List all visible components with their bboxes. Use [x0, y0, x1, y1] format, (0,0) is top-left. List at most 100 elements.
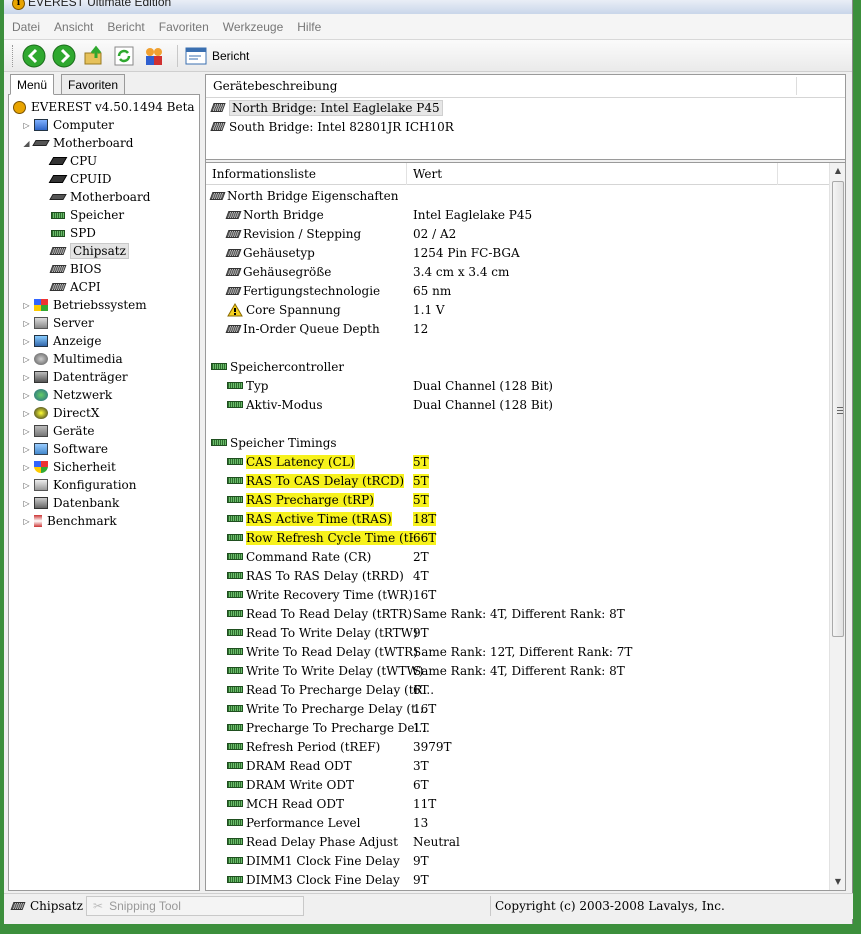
- device-item-north-bridge[interactable]: North Bridge: Intel Eaglelake P45: [206, 98, 845, 117]
- table-row[interactable]: Gehäusetyp 1254 Pin FC-BGA: [206, 243, 827, 262]
- refresh-button[interactable]: [111, 43, 137, 69]
- device-item-south-bridge[interactable]: South Bridge: Intel 82801JR ICH10R: [206, 117, 845, 136]
- tree-item[interactable]: SPD: [51, 224, 96, 242]
- table-row[interactable]: Fertigungstechnologie 65 nm: [206, 281, 827, 300]
- back-button[interactable]: [21, 43, 47, 69]
- table-row[interactable]: CAS Latency (CL) 5T: [206, 452, 827, 471]
- table-row[interactable]: In-Order Queue Depth 12: [206, 319, 827, 338]
- table-row[interactable]: DIMM1 Clock Fine Delay 9T: [206, 851, 827, 870]
- expander-icon[interactable]: ▷: [22, 121, 31, 130]
- menu-datei[interactable]: Datei: [12, 20, 40, 34]
- expander-icon[interactable]: ▷: [22, 481, 31, 490]
- expander-icon[interactable]: ▷: [22, 355, 31, 364]
- tree-item[interactable]: ▷ Benchmark: [22, 512, 116, 530]
- expander-icon[interactable]: ▷: [22, 301, 31, 310]
- menu-hilfe[interactable]: Hilfe: [297, 20, 321, 34]
- tree-item[interactable]: ▷ Konfiguration: [22, 476, 136, 494]
- table-row[interactable]: Core Spannung 1.1 V: [206, 300, 827, 319]
- column-header-value[interactable]: Wert: [407, 163, 778, 185]
- expander-icon[interactable]: ▷: [22, 427, 31, 436]
- tree-item[interactable]: ▷ Sicherheit: [22, 458, 115, 476]
- tree-item[interactable]: ▷ Software: [22, 440, 108, 458]
- tree-item[interactable]: ◢ Motherboard: [22, 134, 133, 152]
- tree-item[interactable]: BIOS: [49, 260, 102, 278]
- table-row[interactable]: DRAM Write ODT 6T: [206, 775, 827, 794]
- tree-item[interactable]: ▷ Computer: [22, 116, 113, 134]
- tree-item[interactable]: ▷ Datenbank: [22, 494, 119, 512]
- table-row[interactable]: Command Rate (CR) 2T: [206, 547, 827, 566]
- table-row[interactable]: Precharge To Precharge Del... 1T: [206, 718, 827, 737]
- table-row[interactable]: Write To Write Delay (tWTW) Same Rank: 4T…: [206, 661, 827, 680]
- toolbar-grip[interactable]: [12, 44, 15, 67]
- forward-button[interactable]: [51, 43, 77, 69]
- expander-icon[interactable]: ▷: [22, 391, 31, 400]
- tab-favorites[interactable]: Favoriten: [61, 74, 126, 95]
- expander-icon[interactable]: ◢: [22, 139, 31, 148]
- table-row[interactable]: RAS To RAS Delay (tRRD) 4T: [206, 566, 827, 585]
- expander-icon[interactable]: ▷: [22, 409, 31, 418]
- scroll-up-icon[interactable]: ▲: [830, 163, 846, 179]
- table-row[interactable]: Read To Read Delay (tRTR) Same Rank: 4T, …: [206, 604, 827, 623]
- tab-menu[interactable]: Menü: [10, 74, 55, 95]
- tree-item[interactable]: ▷ Anzeige: [22, 332, 101, 350]
- navigation-tree[interactable]: EVEREST v4.50.1494 Beta ▷ Computer ◢ Motherb…: [8, 94, 200, 891]
- table-row[interactable]: Read To Write Delay (tRTW) 9T: [206, 623, 827, 642]
- group-row[interactable]: North Bridge Eigenschaften: [206, 186, 827, 205]
- scroll-down-icon[interactable]: ▼: [830, 874, 846, 890]
- table-row[interactable]: Performance Level 13: [206, 813, 827, 832]
- tree-item[interactable]: ▷ Geräte: [22, 422, 94, 440]
- up-button[interactable]: [81, 43, 107, 69]
- table-row[interactable]: Revision / Stepping 02 / A2: [206, 224, 827, 243]
- table-row[interactable]: Row Refresh Cycle Time (tRF... 66T: [206, 528, 827, 547]
- tree-item[interactable]: ▷ Datenträger: [22, 368, 127, 386]
- expander-icon[interactable]: ▷: [22, 373, 31, 382]
- tree-item[interactable]: ▷ Multimedia: [22, 350, 122, 368]
- table-row[interactable]: RAS To CAS Delay (tRCD) 5T: [206, 471, 827, 490]
- scroll-thumb[interactable]: [832, 181, 844, 637]
- expander-icon[interactable]: ▷: [22, 517, 31, 526]
- table-row[interactable]: Write Recovery Time (tWR) 16T: [206, 585, 827, 604]
- menu-favoriten[interactable]: Favoriten: [159, 20, 209, 34]
- tree-item[interactable]: CPU: [48, 152, 97, 170]
- tree-item[interactable]: ▷ Server: [22, 314, 93, 332]
- table-row[interactable]: Write To Precharge Delay (t... 16T: [206, 699, 827, 718]
- menu-werkzeuge[interactable]: Werkzeuge: [223, 20, 283, 34]
- tree-item[interactable]: Chipsatz: [49, 242, 129, 260]
- table-row[interactable]: Refresh Period (tREF) 3979T: [206, 737, 827, 756]
- title-bar[interactable]: i EVEREST Ultimate Edition: [4, 0, 852, 14]
- table-row[interactable]: DIMM3 Clock Fine Delay 9T: [206, 870, 827, 889]
- users-button[interactable]: [141, 43, 167, 69]
- tree-item[interactable]: EVEREST v4.50.1494 Beta: [13, 98, 195, 116]
- menu-bericht[interactable]: Bericht: [107, 20, 144, 34]
- expander-icon[interactable]: ▷: [22, 337, 31, 346]
- group-row[interactable]: Speicher Timings: [206, 433, 827, 452]
- table-row[interactable]: DRAM Read ODT 3T: [206, 756, 827, 775]
- tree-item[interactable]: ▷ Betriebssystem: [22, 296, 146, 314]
- tree-item[interactable]: CPUID: [48, 170, 112, 188]
- table-row[interactable]: RAS Precharge (tRP) 5T: [206, 490, 827, 509]
- table-row[interactable]: Typ Dual Channel (128 Bit): [206, 376, 827, 395]
- column-header-name[interactable]: Informationsliste: [206, 163, 407, 185]
- table-row[interactable]: North Bridge Intel Eaglelake P45: [206, 205, 827, 224]
- table-row[interactable]: MCH Read ODT 11T: [206, 794, 827, 813]
- snipping-tool-taskbar-item[interactable]: ✂ Snipping Tool: [86, 896, 304, 916]
- table-row[interactable]: Aktiv-Modus Dual Channel (128 Bit): [206, 395, 827, 414]
- tree-item[interactable]: ▷ DirectX: [22, 404, 99, 422]
- expander-icon[interactable]: ▷: [22, 463, 31, 472]
- expander-icon[interactable]: ▷: [22, 445, 31, 454]
- report-button[interactable]: Bericht: [184, 45, 249, 67]
- table-row[interactable]: Write To Read Delay (tWTR) Same Rank: 12T…: [206, 642, 827, 661]
- tree-item[interactable]: Speicher: [51, 206, 124, 224]
- table-row[interactable]: Read Delay Phase Adjust Neutral: [206, 832, 827, 851]
- menu-ansicht[interactable]: Ansicht: [54, 20, 93, 34]
- tree-item[interactable]: ACPI: [49, 278, 101, 296]
- device-header[interactable]: Gerätebeschreibung: [206, 75, 845, 98]
- tree-item[interactable]: ▷ Netzwerk: [22, 386, 112, 404]
- expander-icon[interactable]: ▷: [22, 499, 31, 508]
- table-row[interactable]: Gehäusegröße 3.4 cm x 3.4 cm: [206, 262, 827, 281]
- vertical-scrollbar[interactable]: ▲ ▼: [829, 163, 845, 890]
- group-row[interactable]: Speichercontroller: [206, 357, 827, 376]
- tree-item[interactable]: Motherboard: [49, 188, 150, 206]
- table-row[interactable]: Read To Precharge Delay (tR... 6T: [206, 680, 827, 699]
- table-row[interactable]: RAS Active Time (tRAS) 18T: [206, 509, 827, 528]
